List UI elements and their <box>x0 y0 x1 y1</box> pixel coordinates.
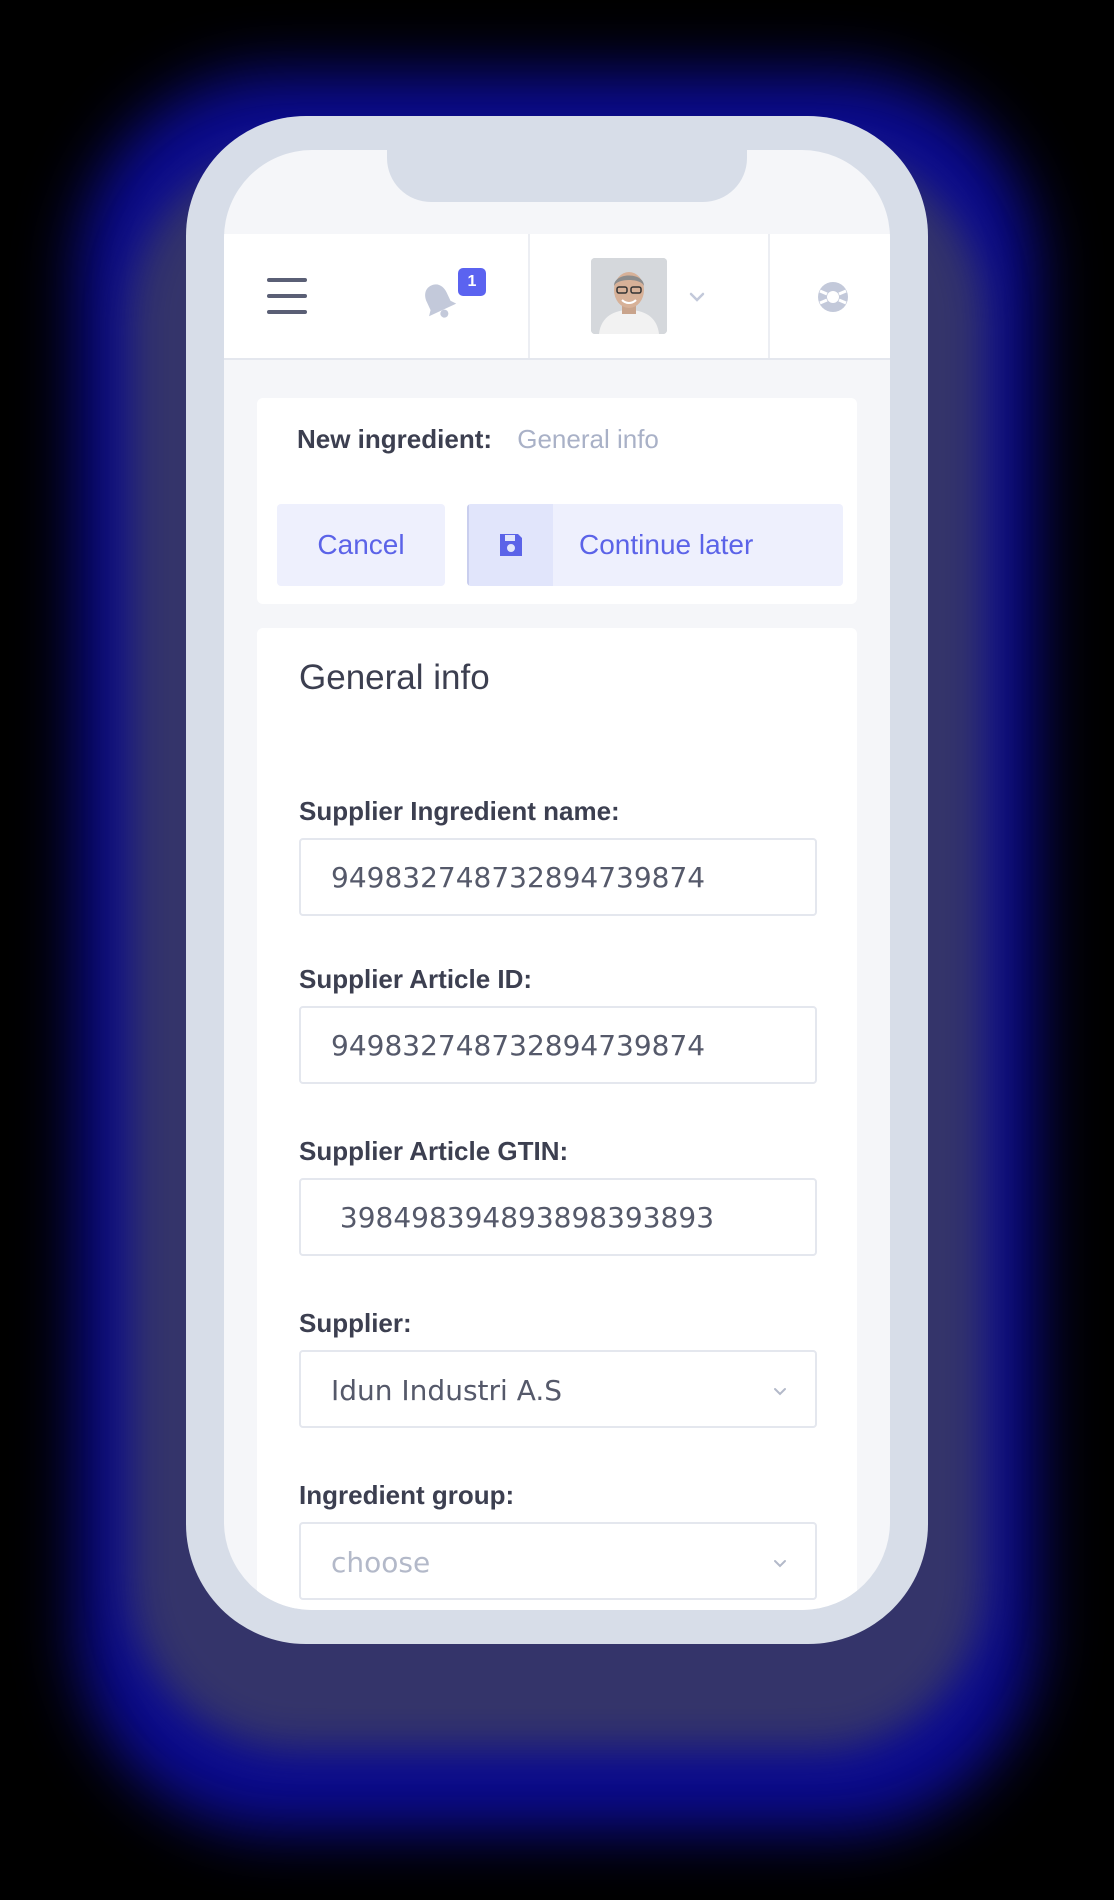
supplier-ingredient-name-field[interactable] <box>299 838 817 916</box>
breadcrumb-step: General info <box>517 424 659 454</box>
supplier-article-gtin-field[interactable] <box>299 1178 817 1256</box>
bell-icon[interactable] <box>416 278 460 322</box>
supplier-selected-value: Idun Industri A.S <box>331 1374 563 1407</box>
ingredient-group-placeholder: choose <box>331 1546 431 1579</box>
navbar-divider <box>528 234 530 358</box>
supplier-article-gtin-label: Supplier Article GTIN: <box>299 1136 569 1166</box>
phone-notch <box>387 150 747 202</box>
hamburger-menu-icon[interactable] <box>267 278 307 314</box>
breadcrumb: New ingredient: General info <box>297 424 659 455</box>
notification-badge: 1 <box>458 268 486 296</box>
floppy-disk-icon <box>467 504 553 586</box>
supplier-ingredient-name-input[interactable] <box>301 840 815 914</box>
supplier-article-gtin-input[interactable] <box>301 1180 815 1254</box>
phone-screen: 1 New ingredient: General info Cancel Co… <box>224 150 890 1610</box>
chevron-down-icon[interactable] <box>686 286 708 308</box>
ingredient-group-label: Ingredient group: <box>299 1480 515 1510</box>
supplier-label: Supplier: <box>299 1308 412 1338</box>
ingredient-group-select[interactable]: choose <box>299 1522 817 1600</box>
continue-later-label: Continue later <box>579 529 754 560</box>
supplier-select[interactable]: Idun Industri A.S <box>299 1350 817 1428</box>
general-info-form: General info Supplier Ingredient name: S… <box>257 628 857 1610</box>
supplier-article-id-field[interactable] <box>299 1006 817 1084</box>
header-card: New ingredient: General info Cancel Cont… <box>257 398 857 604</box>
cancel-button[interactable]: Cancel <box>277 504 445 586</box>
page-title: New ingredient: <box>297 424 493 454</box>
chevron-down-icon <box>771 1382 789 1400</box>
supplier-ingredient-name-label: Supplier Ingredient name: <box>299 796 620 826</box>
top-navbar: 1 <box>224 234 890 360</box>
user-avatar[interactable] <box>591 258 667 334</box>
form-title: General info <box>299 658 490 697</box>
continue-later-button[interactable]: Continue later <box>467 504 843 586</box>
phone-frame: 1 New ingredient: General info Cancel Co… <box>186 116 928 1644</box>
supplier-article-id-label: Supplier Article ID: <box>299 964 533 994</box>
lifebuoy-icon[interactable] <box>816 280 850 314</box>
navbar-divider <box>768 234 770 358</box>
chevron-down-icon <box>771 1554 789 1572</box>
supplier-article-id-input[interactable] <box>301 1008 815 1082</box>
